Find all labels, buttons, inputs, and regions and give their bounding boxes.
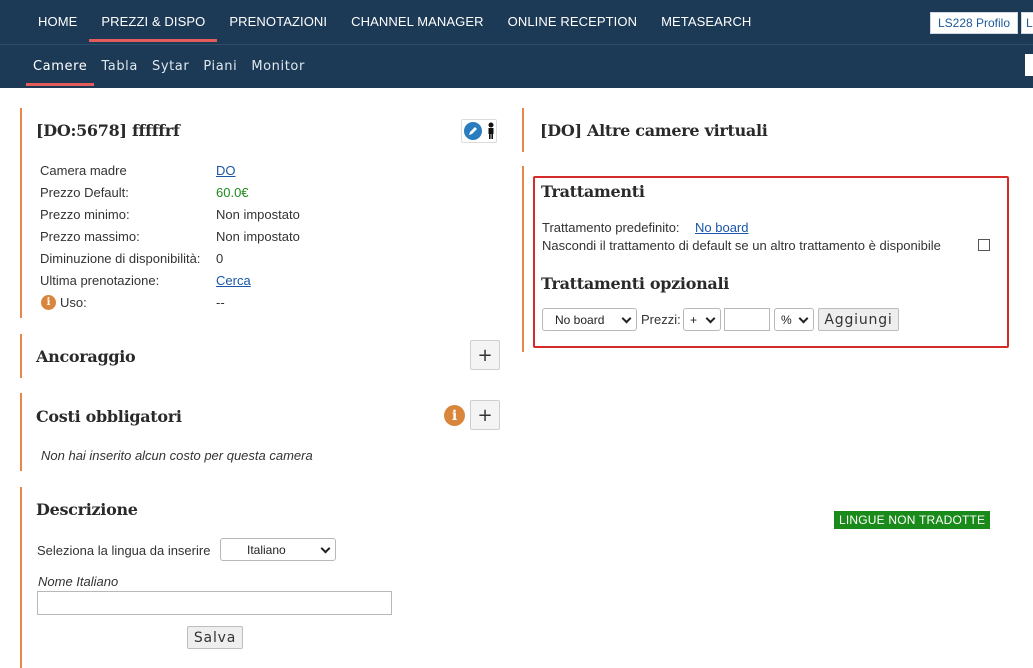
camera-madre-label: Camera madre [40,163,127,178]
chevron-down-icon [798,313,809,324]
price-sign-value: + [690,312,698,327]
price-unit-value: % [781,312,792,327]
chevron-down-icon [621,313,632,324]
subnav-right-control[interactable] [1025,54,1033,76]
name-field-label: Nome Italiano [38,574,119,589]
costi-title: Costi obbligatori [36,407,182,426]
board-select-value: No board [555,312,605,327]
room-details-section: [DO:5678] fffffrf Camera madre DO Prezzo… [20,108,500,318]
camera-madre-link[interactable]: DO [216,163,236,178]
name-input-value [38,596,42,610]
add-costo-button[interactable]: + [470,400,500,430]
trattamenti-title: Trattamenti [541,182,645,201]
costi-section: Costi obbligatori i + Non hai inserito a… [20,393,500,471]
subnav-piani[interactable]: Piani [196,45,244,89]
hide-default-label: Nascondi il trattamento di default se un… [542,238,941,253]
prezzo-default-value: 60.0€ [216,185,249,200]
costi-info-icon[interactable]: i [444,405,465,426]
info-icon[interactable]: i [41,295,56,310]
room-title: [DO:5678] fffffrf [36,121,180,140]
prices-label: Prezzi: [641,312,681,327]
subnav-monitor[interactable]: Monitor [244,45,312,89]
prezzo-massimo-value: Non impostato [216,229,300,244]
lang-select-value: Italiano [247,542,286,557]
uso-value: -- [216,295,225,310]
prezzo-minimo-label: Prezzo minimo: [40,207,130,222]
sub-nav-menu: Camere Tabla Sytar Piani Monitor [26,45,312,89]
uso-label: Uso: [60,295,87,310]
costi-empty-text: Non hai inserito alcun costo per questa … [41,448,313,463]
add-treatment-button[interactable]: Aggiungi [818,308,899,331]
ancoraggio-title: Ancoraggio [36,347,136,366]
descrizione-section: Descrizione Seleziona la lingua da inser… [20,487,500,668]
nav-metasearch[interactable]: METASEARCH [649,0,763,44]
prezzo-minimo-value: Non impostato [216,207,300,222]
name-input[interactable] [37,591,392,615]
default-treatment-label: Trattamento predefinito: [542,220,680,235]
nav-channel-manager[interactable]: CHANNEL MANAGER [339,0,495,44]
descrizione-title: Descrizione [36,500,138,519]
default-treatment-link[interactable]: No board [695,220,748,235]
top-nav-menu: HOME PREZZI & DISPO PRENOTAZIONI CHANNEL… [26,0,763,44]
virtual-rooms-title: [DO] Altre camere virtuali [540,121,768,140]
optional-treatments-title: Trattamenti opzionali [541,274,730,293]
sub-navbar: Camere Tabla Sytar Piani Monitor [0,44,1033,88]
price-unit-select[interactable]: % [774,308,814,331]
nav-prenotazioni[interactable]: PRENOTAZIONI [217,0,339,44]
edit-icon[interactable] [464,122,482,140]
board-select[interactable]: No board [542,308,637,331]
hide-default-checkbox[interactable] [978,239,990,251]
room-actions [461,119,497,143]
add-ancoraggio-button[interactable]: + [470,340,500,370]
price-sign-select[interactable]: + [683,308,721,331]
subnav-tabla[interactable]: Tabla [94,45,145,89]
lang-select[interactable]: Italiano [220,538,336,561]
cerca-link[interactable]: Cerca [216,273,251,288]
nav-home[interactable]: HOME [26,0,89,44]
chevron-down-icon [705,313,716,324]
nav-prezzi-dispo[interactable]: PREZZI & DISPO [89,0,218,44]
top-navbar: HOME PREZZI & DISPO PRENOTAZIONI CHANNEL… [0,0,1033,44]
diminuzione-label: Diminuzione di disponibilità: [40,251,201,266]
untranslated-languages-badge[interactable]: LINGUE NON TRADOTTE [834,511,991,529]
subnav-camere[interactable]: Camere [26,45,95,89]
profile-button[interactable]: LS228 Profilo [930,12,1018,34]
virtual-rooms-section: [DO] Altre camere virtuali [522,108,1012,152]
chevron-down-icon [320,543,331,554]
price-amount-value [725,313,729,327]
subnav-sytar[interactable]: Sytar [145,45,196,89]
prezzo-default-label: Prezzo Default: [40,185,129,200]
lang-select-label: Seleziona la lingua da inserire [37,543,211,558]
secondary-profile-button[interactable]: L [1021,12,1033,34]
nav-online-reception[interactable]: ONLINE RECEPTION [496,0,649,44]
diminuzione-value: 0 [216,251,224,266]
price-amount-input[interactable] [724,308,770,331]
ultima-prenotazione-label: Ultima prenotazione: [40,273,160,288]
save-button[interactable]: Salva [187,626,243,649]
person-icon[interactable] [486,122,496,140]
ancoraggio-section: Ancoraggio + [20,334,500,378]
trattamenti-section: Trattamenti Trattamento predefinito: No … [522,166,1012,352]
trattamenti-highlight-box: Trattamenti Trattamento predefinito: No … [533,176,1009,348]
prezzo-massimo-label: Prezzo massimo: [40,229,140,244]
